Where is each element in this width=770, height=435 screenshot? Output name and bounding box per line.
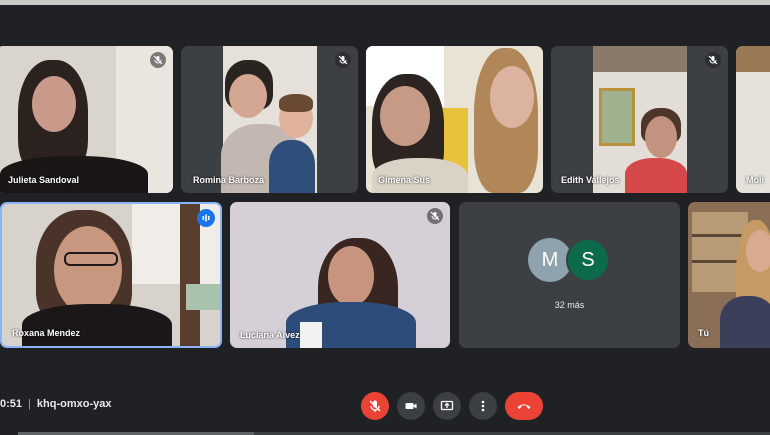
wooden-ceiling [736,46,770,72]
participant-tile[interactable]: Romina Barboza [181,46,358,193]
self-view-tile[interactable]: Tú [688,202,770,348]
participant-body [720,296,770,348]
participant-face [490,66,534,128]
participant-face [746,230,770,272]
participant-face [328,246,374,306]
participant-face [32,76,76,132]
participant-name: Edith Vallejos [561,175,620,185]
participant-body [22,304,172,346]
window-top-strip [0,0,770,5]
participant-tile[interactable]: Julieta Sandoval [0,46,173,193]
camera-icon [405,403,417,409]
participant-face [380,86,430,146]
participant-face [645,116,677,158]
shirt-stripe [300,322,322,348]
participant-name: Romina Barboza [193,175,265,185]
participant-name: Moli [746,175,764,185]
participant-tile[interactable]: Gimena Sus [366,46,543,193]
meeting-code: khq-omxo-yax [36,398,112,410]
framed-picture [599,88,635,146]
participant-name: Gimena Sus [378,175,431,185]
more-options-button[interactable] [469,392,497,420]
meeting-time: 0:51 [0,398,23,410]
wooden-ceiling [593,46,687,72]
camera-toggle-button[interactable] [397,392,425,420]
child-hair [279,94,313,112]
leave-call-button[interactable] [505,392,543,420]
mic-off-icon [150,52,166,68]
mic-off-icon [369,400,381,412]
present-icon [440,400,454,411]
shelf [692,234,748,237]
more-participants-label: 32 más [554,300,585,310]
glasses [64,252,118,266]
separator: | [28,398,31,410]
avatar-letter: S [581,248,595,271]
hang-up-icon [517,404,531,409]
participant-name: Luciana Alvez [240,330,300,340]
participant-name: Julieta Sandoval [8,175,80,185]
participant-tile[interactable]: Edith Vallejos [551,46,728,193]
participant-name: Tú [698,328,709,338]
more-vert-icon [481,400,485,412]
avatar-letter: M [541,248,559,271]
speaking-indicator-icon [197,209,215,227]
mic-toggle-button[interactable] [361,392,389,420]
participant-tile[interactable]: Moli [736,46,770,193]
mic-off-icon [427,208,443,224]
avatar: S [566,238,610,282]
participant-tile-speaking[interactable]: Roxana Mendez [0,202,222,348]
participant-face [229,74,267,118]
door-frame [180,204,200,346]
mic-off-icon [705,52,721,68]
meeting-info: 0:51 | khq-omxo-yax [0,398,111,410]
mic-off-icon [335,52,351,68]
participant-name: Roxana Mendez [12,328,81,338]
present-screen-button[interactable] [433,392,461,420]
participant-face [54,226,122,314]
overflow-tile[interactable]: M S 32 más [459,202,680,348]
participant-tile[interactable]: Luciana Alvez [230,202,450,348]
child-body [269,140,315,193]
framed-photo [186,284,220,310]
participant-body [625,158,687,193]
